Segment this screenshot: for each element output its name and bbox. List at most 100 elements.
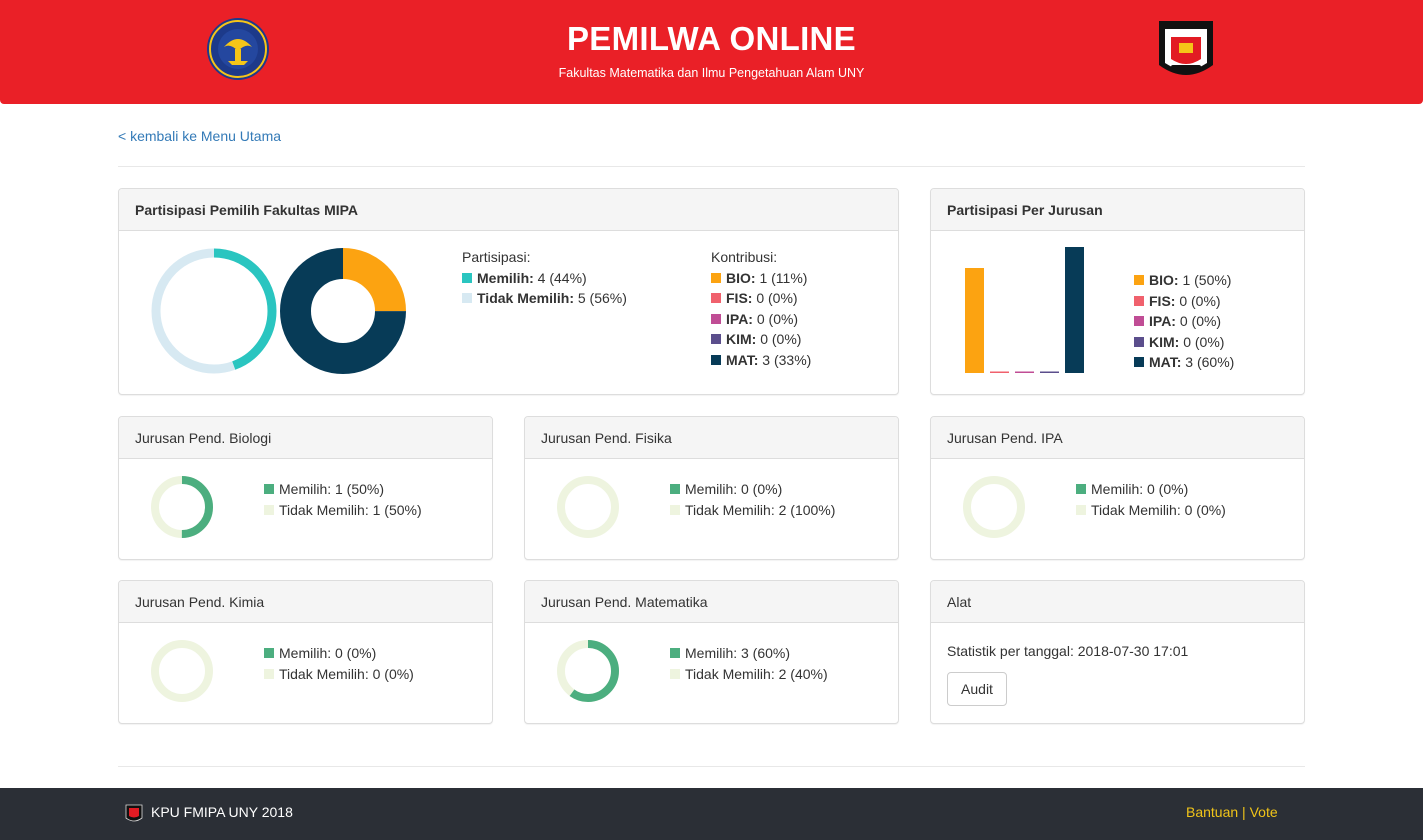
department-panel-biologi: Jurusan Pend. Biologi Memilih: 1 (50%) T… — [118, 416, 493, 560]
legend-item-tidak-memilih: Tidak Memilih: 1 (50%) — [264, 500, 422, 521]
swatch — [1134, 295, 1144, 306]
swatch — [1134, 357, 1144, 368]
legend-value: 0 (0%) — [1179, 292, 1221, 309]
swatch — [711, 272, 721, 283]
donut-track — [557, 476, 619, 538]
participation-donut-chart — [151, 248, 277, 374]
department-legend: Memilih: 3 (60%) Tidak Memilih: 2 (40%) — [670, 643, 828, 684]
department-legend: Memilih: 0 (0%) Tidak Memilih: 0 (0%) — [264, 643, 414, 684]
bar-ipa — [1015, 371, 1034, 373]
legend-text: Tidak Memilih: 2 (40%) — [685, 665, 828, 682]
department-donut-chart — [963, 476, 1025, 538]
legend-item-memilih: Memilih: 0 (0%) — [1076, 479, 1226, 500]
swatch — [1134, 316, 1144, 327]
legend-label: BIO: — [1149, 272, 1179, 288]
swatch — [1134, 336, 1144, 347]
footer-copyright: KPU FMIPA UNY 2018 — [151, 804, 293, 820]
swatch — [670, 504, 680, 515]
legend-text: Tidak Memilih: 2 (100%) — [685, 501, 836, 518]
legend-text: Tidak Memilih: 0 (0%) — [1091, 501, 1226, 518]
swatch — [264, 484, 274, 494]
legend-label: Tidak Memilih: — [477, 290, 574, 307]
department-panel-kimia: Jurusan Pend. Kimia Memilih: 0 (0%) Tida… — [118, 580, 493, 724]
legend-label: FIS: — [726, 290, 753, 307]
swatch — [264, 648, 274, 658]
legend-value: 0 (0%) — [756, 290, 798, 307]
swatch — [264, 668, 274, 679]
legend-value: 1 (50%) — [1182, 272, 1232, 288]
department-legend: Memilih: 0 (0%) Tidak Memilih: 2 (100%) — [670, 479, 835, 520]
legend-label: BIO: — [726, 269, 756, 286]
legend-value: 0 (0%) — [760, 331, 802, 348]
department-legend: Memilih: 1 (50%) Tidak Memilih: 1 (50%) — [264, 479, 422, 520]
faculty-participation-panel: Partisipasi Pemilih Fakultas MIPA Partis… — [118, 188, 899, 395]
vote-link[interactable]: Vote — [1250, 804, 1278, 820]
department-bar-chart — [965, 247, 1084, 373]
swatch — [1076, 504, 1086, 515]
department-participation-panel: Partisipasi Per Jurusan BIO: 1 (50%) FIS… — [930, 188, 1305, 395]
legend-item-tidak-memilih: Tidak Memilih: 0 (0%) — [264, 664, 414, 685]
legend-value: 3 (33%) — [762, 351, 812, 368]
legend-item-bio: BIO: 1 (11%) — [711, 268, 811, 289]
legend-text: Memilih: 0 (0%) — [1091, 481, 1189, 497]
legend-item-bio: BIO: 1 (50%) — [1134, 270, 1234, 291]
panel-title: Partisipasi Per Jurusan — [931, 189, 1304, 231]
divider — [118, 166, 1305, 167]
panel-title: Jurusan Pend. Fisika — [525, 417, 898, 459]
department-donut-chart — [151, 640, 213, 702]
panel-title: Jurusan Pend. Kimia — [119, 581, 492, 623]
swatch — [670, 484, 680, 494]
legend-value: 5 (56%) — [577, 290, 627, 307]
department-panel-fisika: Jurusan Pend. Fisika Memilih: 0 (0%) Tid… — [524, 416, 899, 560]
tools-panel: Alat Statistik per tanggal: 2018-07-30 1… — [930, 580, 1305, 724]
panel-title: Jurusan Pend. IPA — [931, 417, 1304, 459]
legend-label: KIM: — [726, 331, 757, 348]
legend-value: 0 (0%) — [1183, 333, 1225, 350]
legend-item-fis: FIS: 0 (0%) — [711, 288, 811, 309]
contribution-legend: Kontribusi: BIO: 1 (11%) FIS: 0 (0%) IPA… — [711, 247, 811, 371]
legend-text: Memilih: 3 (60%) — [685, 645, 791, 661]
back-to-main-menu-link[interactable]: < kembali ke Menu Utama — [118, 128, 281, 144]
legend-label: FIS: — [1149, 292, 1176, 309]
swatch — [670, 668, 680, 679]
bar-bio — [965, 268, 984, 373]
legend-text: Memilih: 1 (50%) — [279, 481, 385, 497]
legend-item-mat: MAT: 3 (60%) — [1134, 352, 1234, 373]
legend-item-ipa: IPA: 0 (0%) — [1134, 311, 1234, 332]
panel-title: Alat — [931, 581, 1304, 623]
audit-button[interactable]: Audit — [947, 672, 1007, 706]
panel-title: Jurusan Pend. Matematika — [525, 581, 898, 623]
legend-item-mat: MAT: 3 (33%) — [711, 350, 811, 371]
donut-track — [963, 476, 1025, 538]
legend-label: MAT: — [1149, 354, 1182, 371]
site-header: PEMILWA ONLINE Fakultas Matematika dan I… — [0, 0, 1423, 104]
legend-value: 0 (0%) — [756, 310, 799, 327]
swatch — [1134, 275, 1144, 285]
legend-text: Tidak Memilih: 0 (0%) — [279, 665, 414, 682]
help-link[interactable]: Bantuan — [1186, 804, 1238, 820]
divider — [118, 766, 1305, 767]
legend-heading: Partisipasi: — [462, 249, 531, 265]
panel-title: Partisipasi Pemilih Fakultas MIPA — [119, 189, 898, 231]
department-panel-matematika: Jurusan Pend. Matematika Memilih: 3 (60%… — [524, 580, 899, 724]
legend-label: Memilih: — [477, 269, 534, 286]
link-separator: | — [1238, 804, 1250, 820]
swatch — [1076, 484, 1086, 494]
legend-text: Tidak Memilih: 1 (50%) — [279, 501, 422, 518]
department-legend: BIO: 1 (50%) FIS: 0 (0%) IPA: 0 (0%) KIM… — [1134, 270, 1234, 373]
kpu-logo-icon — [1159, 21, 1213, 75]
legend-heading: Kontribusi: — [711, 249, 778, 265]
participation-legend: Partisipasi: Memilih: 4 (44%) Tidak Memi… — [462, 247, 627, 309]
legend-item-memilih: Memilih: 4 (44%) — [462, 268, 627, 289]
legend-label: MAT: — [726, 351, 759, 368]
bar-fis — [990, 371, 1009, 373]
swatch — [711, 313, 721, 324]
swatch — [462, 272, 472, 283]
legend-item-tidak-memilih: Tidak Memilih: 2 (40%) — [670, 664, 828, 685]
legend-label: IPA: — [1149, 313, 1176, 330]
swatch — [711, 334, 721, 345]
legend-item-memilih: Memilih: 0 (0%) — [264, 643, 414, 664]
legend-label: KIM: — [1149, 333, 1180, 350]
swatch — [711, 354, 721, 365]
legend-value: 3 (60%) — [1185, 354, 1235, 371]
